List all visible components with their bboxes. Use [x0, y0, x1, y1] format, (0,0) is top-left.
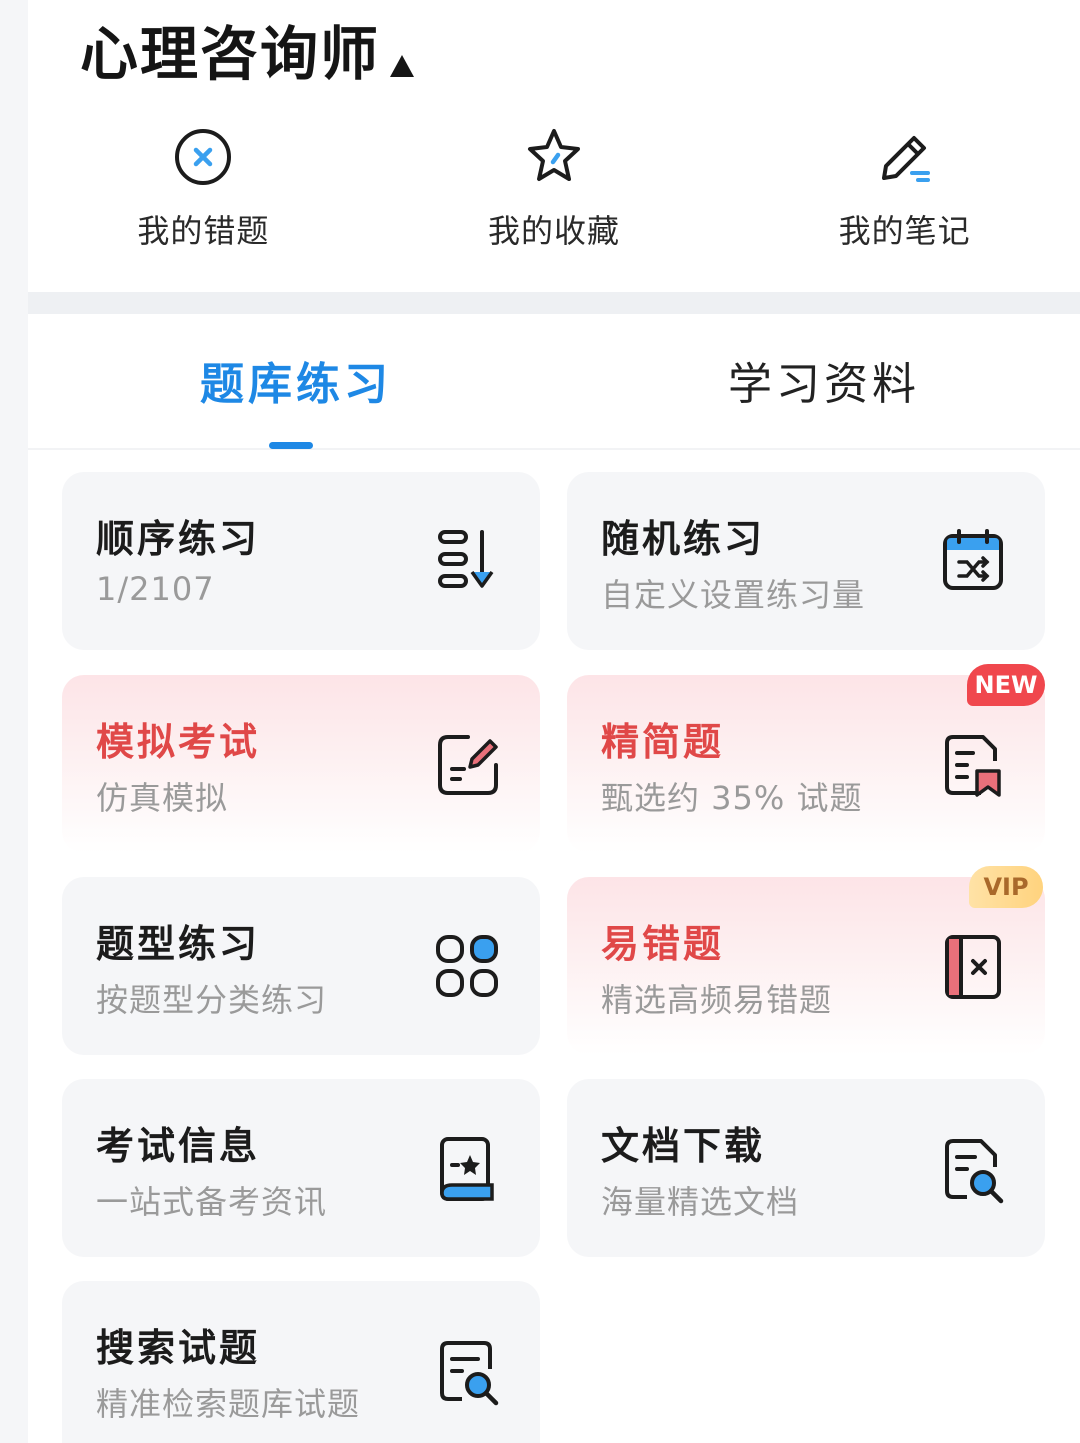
vip-badge: VIP [969, 866, 1043, 908]
card-random-practice[interactable]: 随机练习 自定义设置练习量 [567, 472, 1045, 650]
search-doc-icon [945, 1139, 1004, 1204]
card-progress: 1/2107 [96, 570, 215, 608]
card-subtitle: 一站式备考资讯 [96, 1183, 328, 1221]
star-icon [528, 129, 580, 181]
search-doc-icon [440, 1341, 499, 1406]
subject-selector[interactable]: 心理咨询师 [80, 18, 415, 90]
card-subtitle: 甄选约 35% 试题 [601, 779, 863, 817]
wrong-book-icon [945, 935, 1001, 999]
card-subtitle: 仿真模拟 [96, 779, 229, 817]
left-edge-strip [0, 0, 28, 1443]
circle-x-icon [175, 129, 232, 185]
card-title: 顺序练习 [96, 517, 261, 561]
card-title: 文档下载 [601, 1124, 766, 1168]
tab-bar: 题库练习 学习资料 [28, 314, 1080, 450]
card-subtitle: 按题型分类练习 [96, 981, 328, 1019]
section-divider [28, 292, 1080, 314]
bookmark-doc-icon [945, 735, 1001, 797]
my-favorites-label: 我的收藏 [488, 212, 621, 250]
card-title: 易错题 [601, 922, 725, 966]
star-doc-icon [440, 1137, 494, 1201]
quick-actions-bar: 我的错题 我的收藏 我的笔记 [28, 110, 1080, 290]
sort-list-icon [438, 530, 494, 588]
tab-study-materials[interactable]: 学习资料 [728, 348, 920, 412]
edit-note-icon [438, 735, 498, 795]
card-title: 题型练习 [96, 922, 261, 966]
my-mistakes-button[interactable]: 我的错题 [28, 110, 379, 290]
card-title: 模拟考试 [96, 720, 261, 764]
card-title: 考试信息 [96, 1124, 261, 1168]
card-document-download[interactable]: 文档下载 海量精选文档 [567, 1079, 1045, 1257]
card-sequential-practice[interactable]: 顺序练习 1/2107 [62, 472, 540, 650]
my-favorites-button[interactable]: 我的收藏 [379, 110, 730, 290]
card-subtitle: 自定义设置练习量 [601, 576, 866, 614]
caret-up-icon [390, 55, 415, 77]
card-subtitle: 海量精选文档 [601, 1183, 800, 1221]
card-title: 精简题 [601, 720, 725, 764]
tab-question-bank[interactable]: 题库练习 [200, 348, 392, 412]
card-subtitle: 精选高频易错题 [601, 981, 833, 1019]
card-exam-info[interactable]: 考试信息 一站式备考资讯 [62, 1079, 540, 1257]
my-notes-label: 我的笔记 [838, 212, 971, 250]
grid-icon [436, 935, 498, 997]
card-title: 搜索试题 [96, 1326, 261, 1370]
my-mistakes-label: 我的错题 [137, 212, 270, 250]
shuffle-calendar-icon [943, 529, 1003, 590]
my-notes-button[interactable]: 我的笔记 [729, 110, 1080, 290]
pencil-icon [881, 136, 930, 182]
page-title: 心理咨询师 [80, 20, 381, 88]
new-badge: NEW [967, 664, 1045, 706]
card-title: 随机练习 [601, 517, 766, 561]
card-question-type-practice[interactable]: 题型练习 按题型分类练习 [62, 877, 540, 1055]
active-tab-indicator [269, 442, 313, 449]
card-search-questions[interactable]: 搜索试题 精准检索题库试题 [62, 1281, 540, 1443]
card-subtitle: 精准检索题库试题 [96, 1385, 361, 1423]
card-mock-exam[interactable]: 模拟考试 仿真模拟 [62, 675, 540, 853]
